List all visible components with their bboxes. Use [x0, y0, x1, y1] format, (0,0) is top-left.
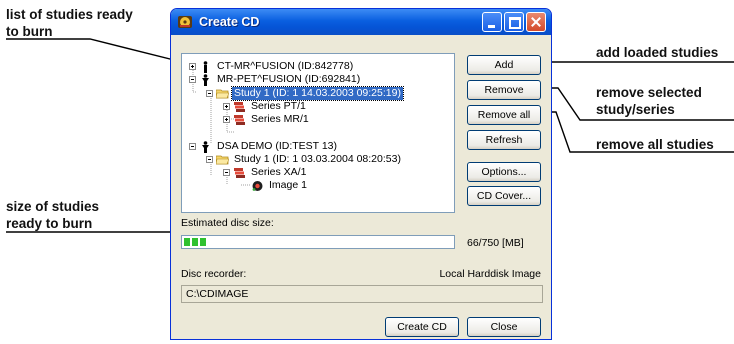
- title-bar[interactable]: Create CD: [171, 9, 551, 35]
- connector-list: [6, 38, 191, 65]
- add-button[interactable]: Add: [467, 55, 541, 75]
- tree-node-series[interactable]: Series PT/1: [223, 100, 308, 113]
- connector-remove-all: [545, 111, 734, 153]
- folder-open-icon: [216, 89, 229, 98]
- disc-recorder-label: Disc recorder:: [181, 268, 247, 280]
- disc-size-progress-bar: [181, 235, 455, 249]
- close-button[interactable]: Close: [467, 317, 541, 337]
- tree-node-series[interactable]: Series MR/1: [223, 113, 311, 126]
- cd-cover-button[interactable]: CD Cover...: [467, 186, 541, 206]
- tree-node-study[interactable]: Study 1 (ID: 1 14.03.2003 09:25:19): [206, 86, 404, 101]
- disc-recorder-value: Local Harddisk Image: [439, 268, 541, 280]
- tree-node-patient[interactable]: MR-PET^FUSION (ID:692841): [189, 73, 362, 86]
- patient-icon: [202, 73, 209, 86]
- disc-size-value: 66/750 [MB]: [467, 237, 524, 249]
- estimated-disc-size-label: Estimated disc size:: [181, 217, 274, 229]
- tree-node-patient[interactable]: CT-MR^FUSION (ID:842778): [189, 60, 355, 73]
- create-cd-dialog: Create CD CT-MR^FUSION (ID:842778) MR-PE…: [170, 8, 552, 340]
- studies-tree[interactable]: CT-MR^FUSION (ID:842778) MR-PET^FUSION (…: [181, 53, 455, 213]
- connector-remove: [545, 87, 734, 121]
- series-stack-icon: [234, 101, 245, 112]
- minimize-button[interactable]: [482, 12, 502, 32]
- tree-node-image[interactable]: Image 1: [251, 179, 309, 192]
- output-path-value: C:\CDIMAGE: [186, 288, 249, 300]
- remove-button[interactable]: Remove: [467, 80, 541, 100]
- collapse-icon[interactable]: [206, 156, 213, 163]
- collapse-icon[interactable]: [189, 143, 196, 150]
- window-title: Create CD: [199, 15, 260, 29]
- patient-icon: [203, 60, 208, 73]
- folder-open-icon: [216, 155, 229, 164]
- options-button[interactable]: Options...: [467, 162, 541, 182]
- cd-burn-app-icon: [178, 16, 192, 28]
- output-path-field: C:\CDIMAGE: [181, 285, 543, 303]
- remove-all-button[interactable]: Remove all: [467, 105, 541, 125]
- refresh-button[interactable]: Refresh: [467, 130, 541, 150]
- collapse-icon[interactable]: [206, 90, 213, 97]
- tree-node-study[interactable]: Study 1 (ID: 1 03.03.2004 08:20:53): [206, 153, 403, 166]
- patient-icon: [202, 140, 209, 153]
- expand-icon[interactable]: [223, 116, 230, 123]
- create-cd-button[interactable]: Create CD: [385, 317, 459, 337]
- expand-icon[interactable]: [223, 103, 230, 110]
- image-icon: [252, 180, 263, 191]
- collapse-icon[interactable]: [189, 76, 196, 83]
- maximize-button[interactable]: [504, 12, 524, 32]
- tree-node-series[interactable]: Series XA/1: [223, 166, 308, 179]
- close-window-button[interactable]: [526, 12, 546, 32]
- series-stack-icon: [234, 167, 245, 178]
- tree-node-patient[interactable]: DSA DEMO (ID:TEST 13): [189, 140, 339, 153]
- collapse-icon[interactable]: [223, 169, 230, 176]
- disc-size-progress-fill: [184, 238, 208, 246]
- series-stack-icon: [234, 114, 245, 125]
- expand-icon[interactable]: [189, 63, 196, 70]
